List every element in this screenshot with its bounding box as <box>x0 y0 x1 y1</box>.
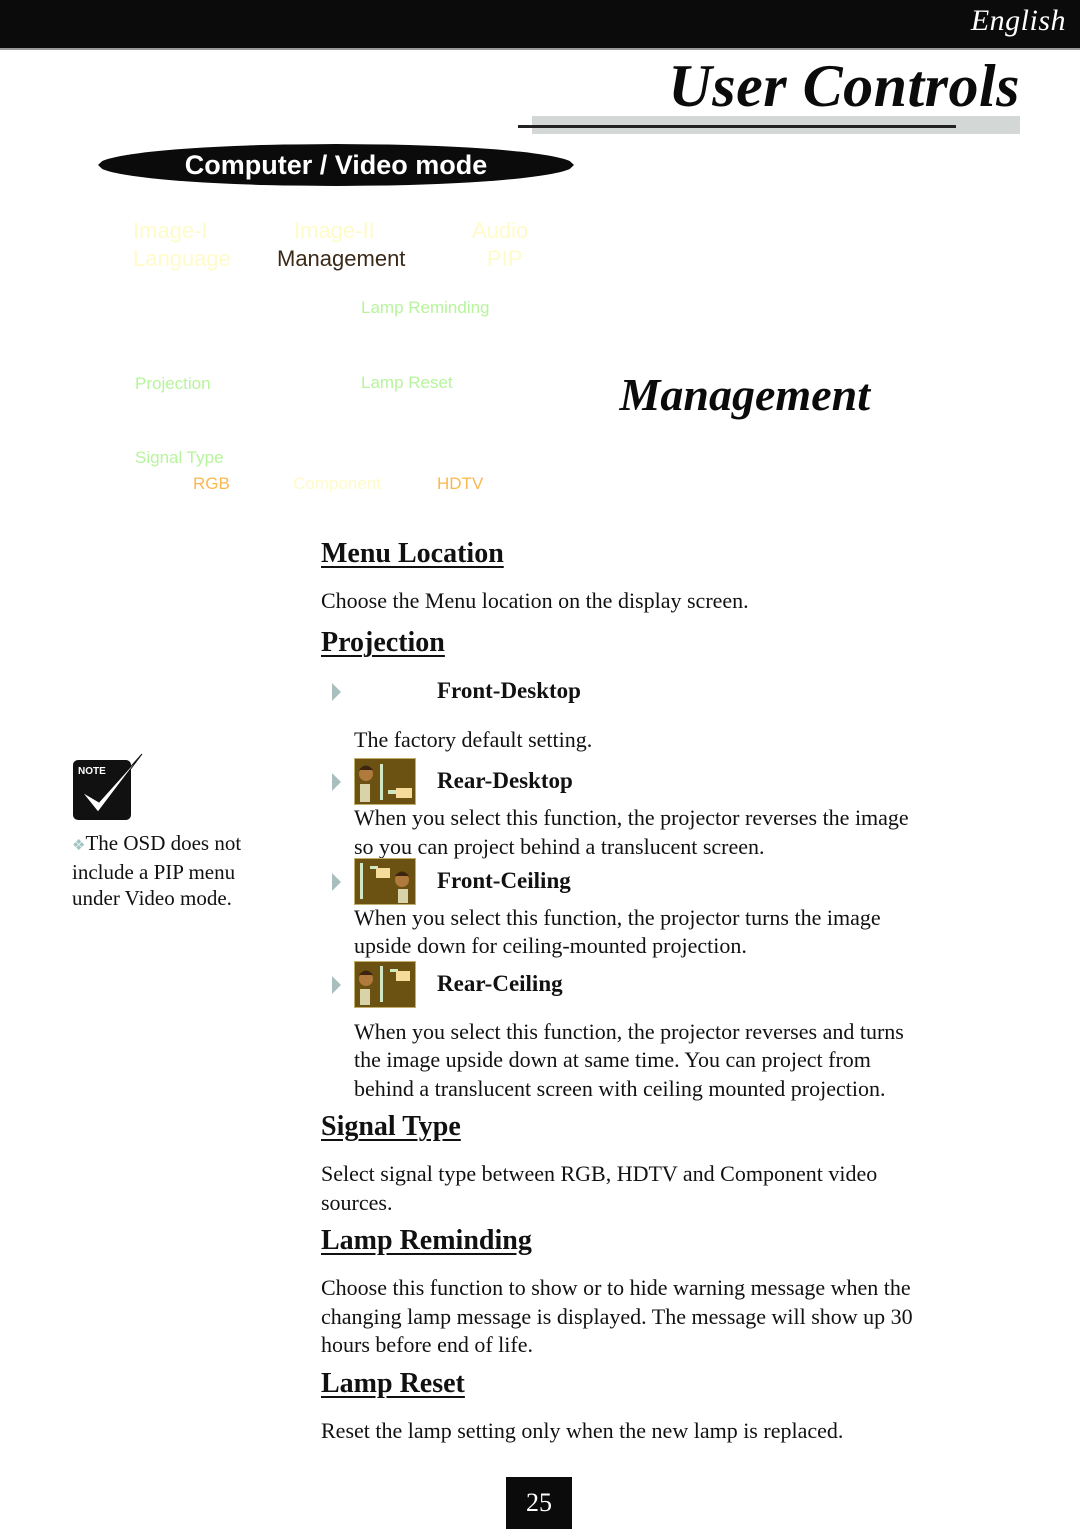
signal-type-text-line-1: Select signal type between RGB, HDTV and… <box>321 1161 878 1186</box>
signal-type-text-line-2: sources. <box>321 1190 393 1215</box>
heading-signal-type: Signal Type <box>321 1111 461 1142</box>
osd-tab-language[interactable]: Language <box>133 246 231 272</box>
osd-item-signal-type[interactable]: Signal Type <box>135 448 224 468</box>
heading-projection: Projection <box>321 627 445 658</box>
option-front-desktop-text: The factory default setting. <box>354 727 593 752</box>
note-checkmark-icon: NOTE <box>73 753 143 820</box>
bullet-arrow-icon <box>332 773 341 791</box>
heading-menu-location: Menu Location <box>321 538 504 569</box>
page-title: User Controls <box>668 53 1020 119</box>
lamp-reminding-text-line-1: Choose this function to show or to hide … <box>321 1275 911 1300</box>
lamp-reminding-text-line-3: hours before end of life. <box>321 1332 533 1357</box>
osd-tab-image-ii[interactable]: Image-II <box>294 218 375 244</box>
option-rear-ceiling-text-line-2: the image upside down at same time. You … <box>354 1047 871 1072</box>
osd-option-hdtv[interactable]: HDTV <box>437 474 483 494</box>
note-line-1: The OSD does not <box>85 831 242 855</box>
bullet-arrow-icon <box>332 873 341 891</box>
option-rear-ceiling-label: Rear-Ceiling <box>437 971 563 996</box>
heading-lamp-reminding: Lamp Reminding <box>321 1225 532 1256</box>
option-front-ceiling-text-line-1: When you select this function, the proje… <box>354 905 881 930</box>
language-label: English <box>970 4 1066 37</box>
option-rear-desktop-label: Rear-Desktop <box>437 768 573 793</box>
osd-tab-image-i[interactable]: Image-I <box>133 218 208 244</box>
section-heading: Management <box>619 369 870 420</box>
osd-option-component[interactable]: Component <box>293 474 381 494</box>
front-ceiling-icon <box>354 858 416 905</box>
note-line-3: under Video mode. <box>72 886 232 910</box>
header-bar: English <box>0 0 1080 50</box>
note-badge-label: NOTE <box>78 766 106 777</box>
note-line-2: include a PIP menu <box>72 860 236 884</box>
osd-item-projection[interactable]: Projection <box>135 374 211 394</box>
option-rear-desktop-text-line-2: so you can project behind a translucent … <box>354 834 765 859</box>
osd-tab-audio[interactable]: Audio <box>472 218 528 244</box>
note-bullet-icon: ❖ <box>72 838 86 854</box>
rear-desktop-icon <box>354 758 416 805</box>
note-text: ❖The OSD does not include a PIP menu und… <box>72 830 272 911</box>
mode-banner-label: Computer / Video mode <box>184 149 488 180</box>
option-rear-ceiling-text-line-3: behind a translucent screen with ceiling… <box>354 1076 886 1101</box>
lamp-reset-text: Reset the lamp setting only when the new… <box>321 1418 844 1443</box>
bullet-arrow-icon <box>332 683 341 701</box>
option-front-desktop-label: Front-Desktop <box>437 678 581 703</box>
osd-tab-management[interactable]: Management <box>277 246 405 272</box>
osd-tab-pip[interactable]: PIP <box>487 246 522 272</box>
option-rear-ceiling-text-line-1: When you select this function, the proje… <box>354 1019 904 1044</box>
option-rear-desktop-text-line-1: When you select this function, the proje… <box>354 805 909 830</box>
bullet-arrow-icon <box>332 976 341 994</box>
osd-item-lamp-reminding[interactable]: Lamp Reminding <box>361 298 490 318</box>
menu-location-text: Choose the Menu location on the display … <box>321 588 749 613</box>
mode-banner: Computer / Video mode <box>98 144 574 186</box>
option-front-ceiling-text-line-2: upside down for ceiling-mounted projecti… <box>354 933 747 958</box>
heading-lamp-reset: Lamp Reset <box>321 1368 465 1399</box>
page-number: 25 <box>506 1477 572 1529</box>
option-front-ceiling-label: Front-Ceiling <box>437 868 571 893</box>
osd-item-lamp-reset[interactable]: Lamp Reset <box>361 373 453 393</box>
rear-ceiling-icon <box>354 961 416 1008</box>
title-underline-rule <box>518 125 956 128</box>
osd-option-rgb[interactable]: RGB <box>193 474 230 494</box>
lamp-reminding-text-line-2: changing lamp message is displayed. The … <box>321 1304 913 1329</box>
